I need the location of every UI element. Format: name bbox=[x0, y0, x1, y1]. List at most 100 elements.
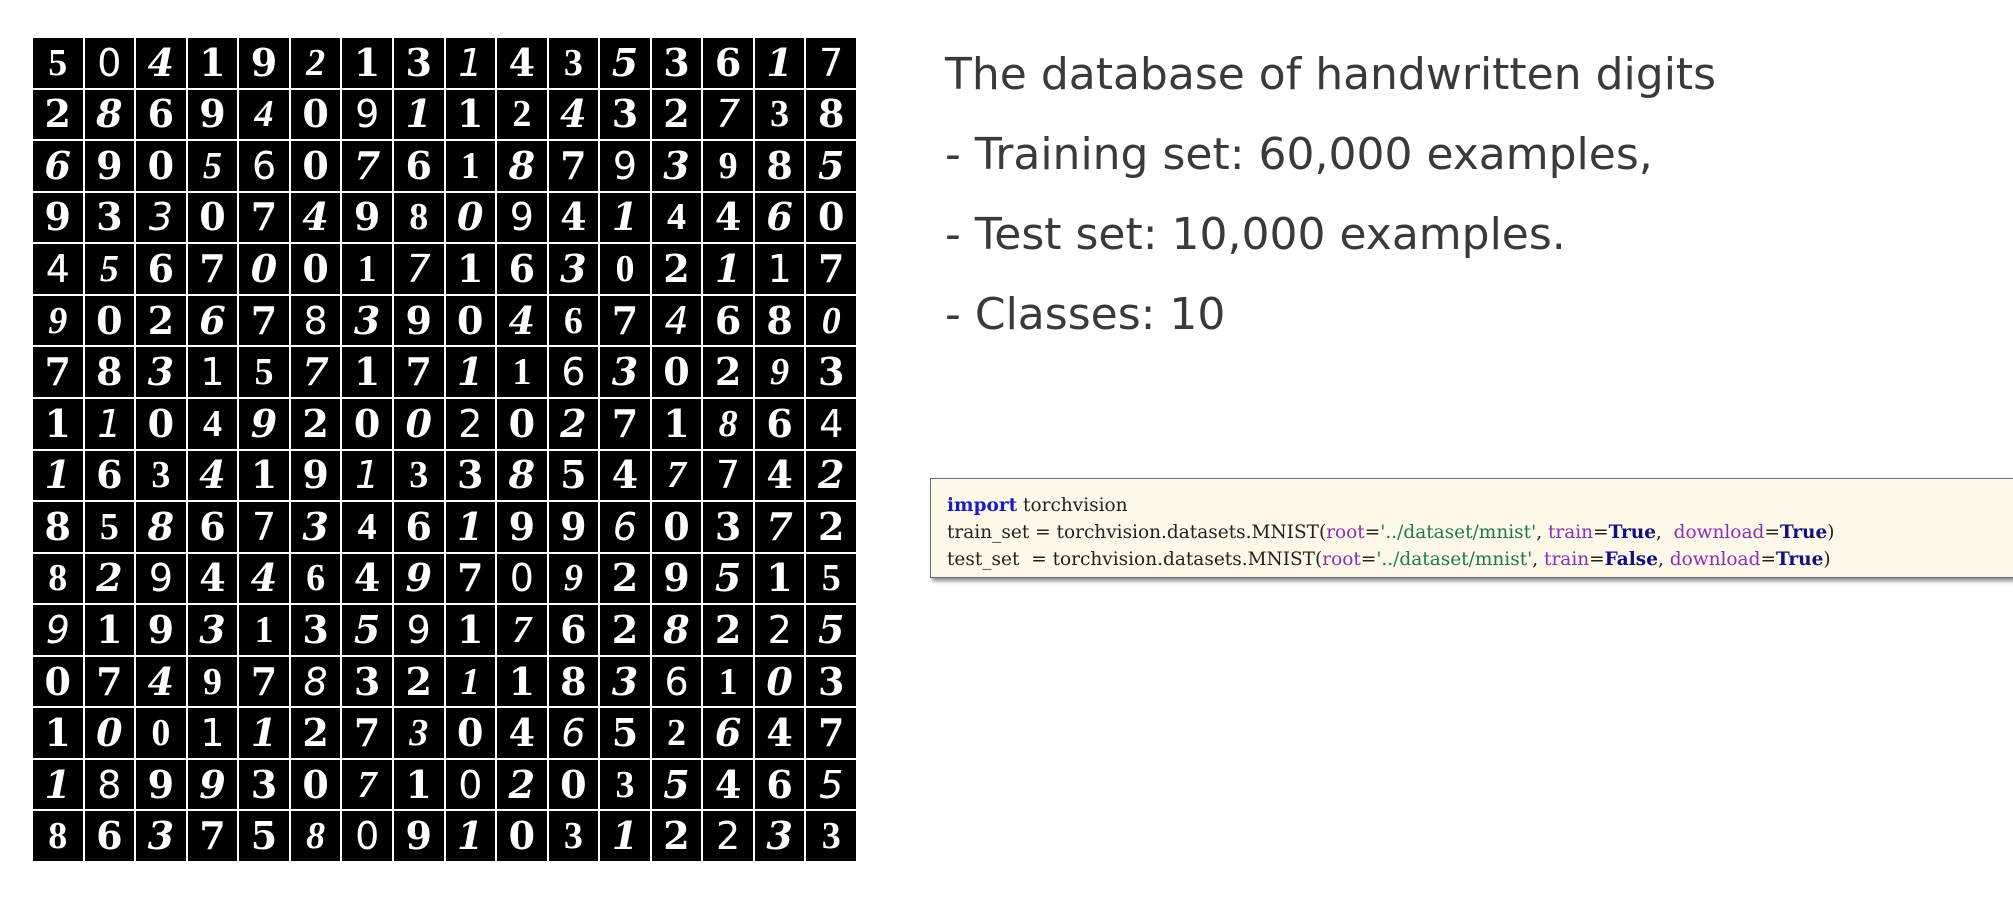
digit-cell: 3 bbox=[187, 605, 238, 655]
digit-cell: 6 bbox=[497, 244, 547, 294]
digit-cell: 2 bbox=[393, 656, 444, 707]
digit-cell: 1 bbox=[445, 605, 496, 655]
digit-cell: 3 bbox=[136, 450, 186, 501]
digit-cell: 8 bbox=[290, 295, 341, 346]
digit-cell: 5 bbox=[84, 244, 135, 294]
digit-cell: 0 bbox=[806, 192, 856, 243]
digit-cell: 5 bbox=[806, 605, 856, 655]
digit-cell: 4 bbox=[703, 192, 753, 243]
digit-cell: 3 bbox=[806, 811, 856, 861]
code-arg-root: root bbox=[1326, 522, 1365, 543]
digit-cell: 3 bbox=[548, 244, 599, 294]
digit-cell: 3 bbox=[136, 811, 186, 861]
code-text: = bbox=[1760, 549, 1776, 570]
digit-cell: 4 bbox=[651, 192, 702, 243]
digit-cell: 3 bbox=[393, 708, 444, 758]
digit-cell: 9 bbox=[84, 141, 135, 191]
digit-cell: 0 bbox=[187, 192, 238, 243]
digit-cell: 0 bbox=[445, 759, 496, 810]
digit-cell: 6 bbox=[548, 605, 599, 655]
digit-cell: 1 bbox=[445, 244, 496, 294]
code-string: '../dataset/mnist' bbox=[1380, 522, 1537, 543]
digit-cell: 3 bbox=[600, 759, 650, 810]
digit-cell: 1 bbox=[754, 244, 805, 294]
digit-cell: 9 bbox=[651, 553, 702, 604]
digit-cell: 9 bbox=[548, 502, 599, 552]
digit-cell: 0 bbox=[754, 656, 805, 707]
code-snippet: import torchvision train_set = torchvisio… bbox=[930, 478, 2013, 578]
digit-cell: 2 bbox=[290, 398, 341, 449]
digit-cell: 3 bbox=[600, 347, 650, 397]
digit-cell: 9 bbox=[600, 141, 650, 191]
digit-cell: 1 bbox=[33, 759, 83, 810]
digit-cell: 4 bbox=[754, 450, 805, 501]
digit-cell: 1 bbox=[342, 38, 392, 88]
digit-cell: 1 bbox=[187, 347, 238, 397]
digit-cell: 0 bbox=[33, 656, 83, 707]
digit-cell: 9 bbox=[187, 656, 238, 707]
digit-cell: 2 bbox=[754, 605, 805, 655]
digit-cell: 4 bbox=[548, 89, 599, 140]
digit-cell: 6 bbox=[84, 450, 135, 501]
digit-cell: 1 bbox=[187, 708, 238, 758]
digit-cell: 0 bbox=[651, 502, 702, 552]
digit-cell: 3 bbox=[239, 759, 289, 810]
mnist-digit-grid: 5041921314353617286940911243273869056076… bbox=[33, 38, 856, 861]
code-text: = bbox=[1589, 549, 1605, 570]
digit-cell: 8 bbox=[806, 89, 856, 140]
digit-cell: 9 bbox=[497, 192, 547, 243]
digit-cell: 9 bbox=[342, 192, 392, 243]
digit-cell: 3 bbox=[806, 347, 856, 397]
digit-cell: 1 bbox=[497, 347, 547, 397]
digit-cell: 9 bbox=[239, 38, 289, 88]
digit-cell: 3 bbox=[84, 192, 135, 243]
digit-cell: 4 bbox=[33, 244, 83, 294]
digit-cell: 2 bbox=[651, 244, 702, 294]
digit-cell: 1 bbox=[393, 89, 444, 140]
digit-cell: 2 bbox=[651, 708, 702, 758]
digit-cell: 9 bbox=[393, 605, 444, 655]
digit-cell: 2 bbox=[703, 347, 753, 397]
digit-cell: 0 bbox=[393, 398, 444, 449]
digit-cell: 6 bbox=[754, 192, 805, 243]
digit-cell: 9 bbox=[393, 811, 444, 861]
digit-cell: 0 bbox=[445, 295, 496, 346]
digit-cell: 0 bbox=[445, 708, 496, 758]
digit-cell: 6 bbox=[703, 708, 753, 758]
digit-cell: 3 bbox=[445, 450, 496, 501]
digit-cell: 6 bbox=[136, 89, 186, 140]
digit-cell: 9 bbox=[33, 605, 83, 655]
digit-cell: 4 bbox=[754, 708, 805, 758]
digit-cell: 7 bbox=[33, 347, 83, 397]
digit-cell: 2 bbox=[600, 553, 650, 604]
digit-cell: 3 bbox=[806, 656, 856, 707]
digit-cell: 1 bbox=[342, 347, 392, 397]
digit-cell: 8 bbox=[497, 141, 547, 191]
digit-cell: 3 bbox=[393, 450, 444, 501]
digit-cell: 6 bbox=[651, 656, 702, 707]
digit-cell: 1 bbox=[445, 141, 496, 191]
digit-cell: 0 bbox=[342, 398, 392, 449]
digit-cell: 3 bbox=[754, 811, 805, 861]
digit-cell: 7 bbox=[445, 553, 496, 604]
code-string: '../dataset/mnist' bbox=[1376, 549, 1533, 570]
dataset-title: The database of handwritten digits bbox=[945, 49, 1717, 100]
digit-cell: 8 bbox=[84, 347, 135, 397]
digit-cell: 7 bbox=[600, 398, 650, 449]
digit-cell: 9 bbox=[187, 89, 238, 140]
digit-cell: 1 bbox=[239, 605, 289, 655]
digit-cell: 4 bbox=[497, 708, 547, 758]
digit-cell: 2 bbox=[703, 605, 753, 655]
digit-cell: 7 bbox=[703, 450, 753, 501]
digit-cell: 4 bbox=[136, 656, 186, 707]
digit-cell: 4 bbox=[342, 502, 392, 552]
digit-cell: 7 bbox=[651, 450, 702, 501]
code-arg-download: download bbox=[1669, 549, 1761, 570]
digit-cell: 7 bbox=[806, 244, 856, 294]
digit-cell: 9 bbox=[548, 553, 599, 604]
digit-cell: 2 bbox=[84, 553, 135, 604]
digit-cell: 4 bbox=[239, 553, 289, 604]
digit-cell: 7 bbox=[342, 141, 392, 191]
digit-cell: 3 bbox=[136, 347, 186, 397]
digit-cell: 5 bbox=[548, 450, 599, 501]
